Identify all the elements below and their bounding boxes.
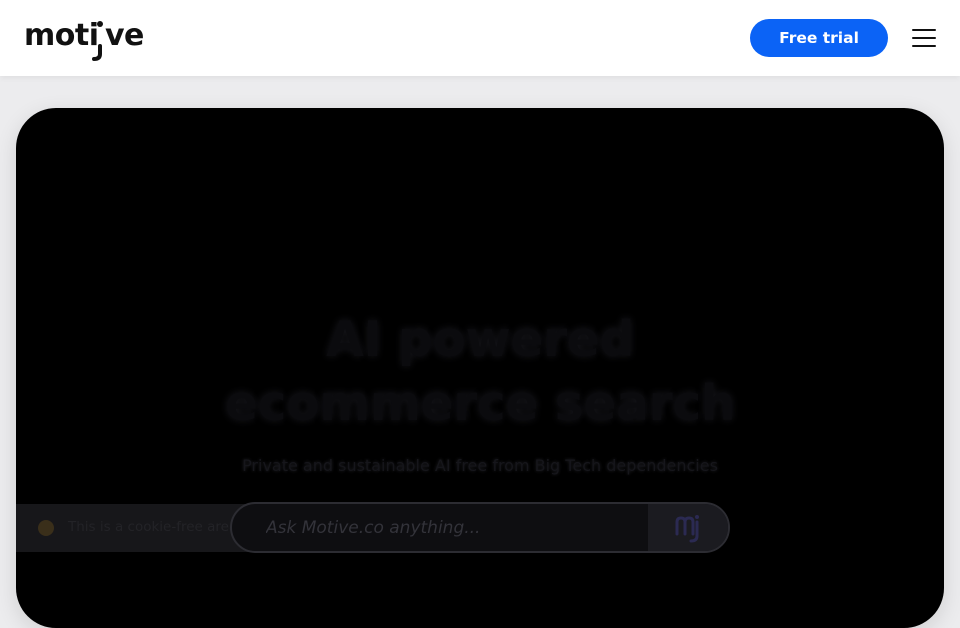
svg-text:ve: ve <box>105 18 144 53</box>
free-trial-button[interactable]: Free trial <box>750 19 888 57</box>
hero-title-line1: AI powered <box>326 311 634 368</box>
hamburger-menu-icon[interactable] <box>906 24 942 52</box>
cookie-icon <box>38 520 54 536</box>
cookie-notice-text: This is a cookie-free area. <box>68 519 242 535</box>
search-input[interactable] <box>266 504 648 551</box>
motive-logo-icon <box>675 514 699 542</box>
site-header: moti ve Free trial <box>0 0 960 76</box>
search-bar <box>230 502 730 553</box>
hero-subtitle: Private and sustainable AI free from Big… <box>242 456 718 475</box>
motive-logo[interactable]: moti ve <box>24 14 146 62</box>
svg-text:moti: moti <box>24 18 99 53</box>
motive-logo-icon: moti ve <box>24 18 144 61</box>
hero-title-line2: ecommerce search <box>224 375 736 432</box>
hero-title: AI powered ecommerce search <box>16 308 944 436</box>
search-submit-button[interactable] <box>648 504 728 551</box>
